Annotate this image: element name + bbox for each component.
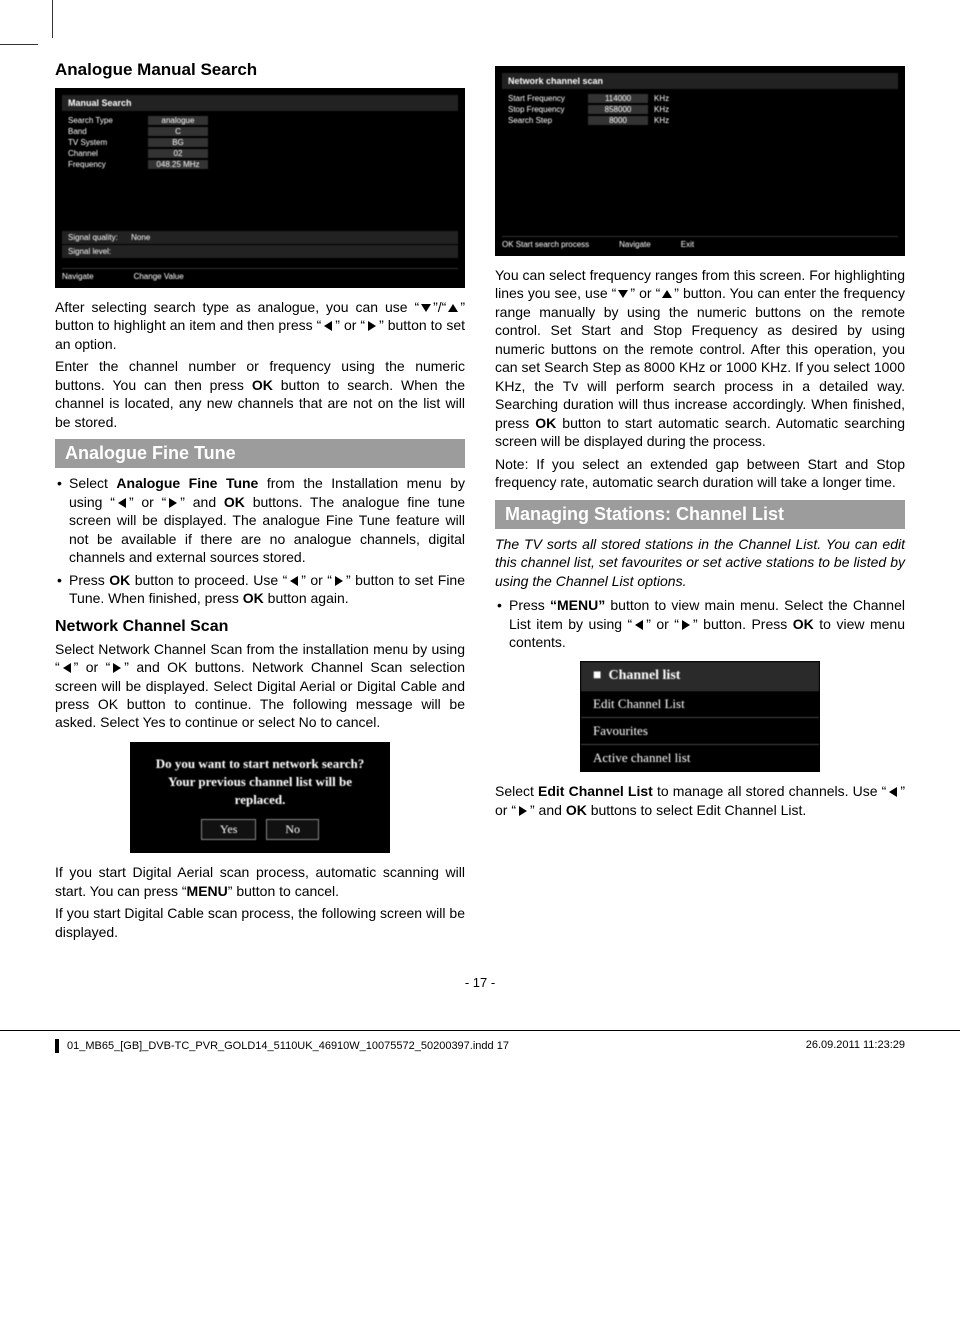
screenshot-channel-list-menu: ■ Channel list Edit Channel List Favouri… — [580, 661, 820, 772]
left-arrow-icon — [288, 575, 300, 587]
footer-filename: 01_MB65_[GB]_DVB-TC_PVR_GOLD14_5110UK_46… — [67, 1040, 509, 1052]
ss1-row0-value: analogue — [148, 116, 208, 125]
band-managing-stations: Managing Stations: Channel List — [495, 500, 905, 529]
ss1-row4-label: Frequency — [68, 160, 148, 169]
ss1-row4-value: 048.25 MHz — [148, 160, 208, 169]
ss1-row2-label: TV System — [68, 138, 148, 147]
menu-item-active-channel-list[interactable]: Active channel list — [581, 744, 819, 771]
ss2-nav2: Navigate — [619, 240, 651, 249]
ss1-quality-label: Signal quality: — [68, 233, 118, 242]
ss2-row1-value: 858000 — [588, 105, 648, 114]
para-channel-list-intro: The TV sorts all stored stations in the … — [495, 535, 905, 590]
dialog-line3: replaced. — [139, 791, 381, 809]
left-arrow-icon — [116, 497, 128, 509]
screenshot-network-channel-scan: Network channel scan Start Frequency1140… — [495, 66, 905, 256]
ss1-quality-value: None — [131, 233, 150, 242]
ss2-row2-value: 8000 — [588, 116, 648, 125]
up-arrow-icon — [661, 288, 673, 300]
ss2-row0-value: 114000 — [588, 94, 648, 103]
ss1-row0-label: Search Type — [68, 116, 148, 125]
left-column: Analogue Manual Search Manual Search Sea… — [55, 60, 465, 945]
para-after-selecting: After selecting search type as analogue,… — [55, 298, 465, 353]
ss1-row3-value: 02 — [148, 149, 208, 158]
ss2-row2-label: Search Step — [508, 116, 588, 125]
right-arrow-icon — [111, 662, 123, 674]
dialog-line1: Do you want to start network search? — [139, 755, 381, 773]
ss2-row2-unit: KHz — [648, 116, 669, 125]
ss1-title: Manual Search — [62, 95, 458, 111]
para-digital-aerial: If you start Digital Aerial scan process… — [55, 863, 465, 900]
left-arrow-icon — [887, 786, 899, 798]
ss1-level-label: Signal level: — [68, 247, 111, 256]
right-arrow-icon — [680, 619, 692, 631]
para-digital-cable: If you start Digital Cable scan process,… — [55, 904, 465, 941]
ss1-nav-right: Change Value — [134, 272, 184, 281]
dialog-line2: Your previous channel list will be — [139, 773, 381, 791]
ss2-nav3: Exit — [681, 240, 694, 249]
dialog-network-search-confirm: Do you want to start network search? You… — [130, 742, 390, 854]
menu-item-edit-channel-list[interactable]: Edit Channel List — [581, 690, 819, 717]
menu-title: ■ Channel list — [581, 662, 819, 690]
ss2-row0-label: Start Frequency — [508, 94, 588, 103]
menu-item-favourites[interactable]: Favourites — [581, 717, 819, 744]
bullet-fine-tune-press-ok: Press OK button to proceed. Use “” or “”… — [55, 571, 465, 608]
band-analogue-fine-tune: Analogue Fine Tune — [55, 439, 465, 468]
dialog-no-button[interactable]: No — [266, 819, 319, 840]
right-arrow-icon — [366, 320, 378, 332]
footer-bar-icon — [55, 1039, 59, 1053]
screenshot-manual-search: Manual Search Search Typeanalogue BandC … — [55, 88, 465, 288]
dialog-yes-button[interactable]: Yes — [201, 819, 256, 840]
up-arrow-icon — [447, 302, 459, 314]
heading-analogue-manual-search: Analogue Manual Search — [55, 60, 465, 80]
right-arrow-icon — [167, 497, 179, 509]
footer-date: 26.09.2011 11:23:29 — [806, 1039, 905, 1053]
para-enter-channel: Enter the channel number or frequency us… — [55, 357, 465, 431]
ss2-row1-label: Stop Frequency — [508, 105, 588, 114]
ss2-title: Network channel scan — [502, 73, 898, 89]
down-arrow-icon — [420, 302, 432, 314]
para-network-scan: Select Network Channel Scan from the ins… — [55, 640, 465, 732]
ss1-row3-label: Channel — [68, 149, 148, 158]
right-arrow-icon — [333, 575, 345, 587]
heading-network-channel-scan: Network Channel Scan — [55, 618, 465, 636]
ss2-row0-unit: KHz — [648, 94, 669, 103]
footer: 01_MB65_[GB]_DVB-TC_PVR_GOLD14_5110UK_46… — [0, 1030, 960, 1065]
down-arrow-icon — [617, 288, 629, 300]
bullet-fine-tune-select: Select Analogue Fine Tune from the Insta… — [55, 474, 465, 566]
ss2-nav1: OK Start search process — [502, 240, 589, 249]
ss1-nav-left: Navigate — [62, 272, 94, 281]
right-arrow-icon — [517, 805, 529, 817]
para-frequency-ranges: You can select frequency ranges from thi… — [495, 266, 905, 451]
ss1-row1-value: C — [148, 127, 208, 136]
bullet-press-menu: Press “MENU” button to view main menu. S… — [495, 596, 905, 651]
note-extended-gap: Note: If you select an extended gap betw… — [495, 455, 905, 492]
left-arrow-icon — [322, 320, 334, 332]
ss1-row2-value: BG — [148, 138, 208, 147]
ss1-row1-label: Band — [68, 127, 148, 136]
ss2-row1-unit: KHz — [648, 105, 669, 114]
left-arrow-icon — [633, 619, 645, 631]
page-content: Analogue Manual Search Manual Search Sea… — [0, 0, 960, 1030]
para-select-edit-channel-list: Select Edit Channel List to manage all s… — [495, 782, 905, 819]
right-column: Network channel scan Start Frequency1140… — [495, 60, 905, 945]
page-number: - 17 - — [55, 975, 905, 990]
left-arrow-icon — [61, 662, 73, 674]
